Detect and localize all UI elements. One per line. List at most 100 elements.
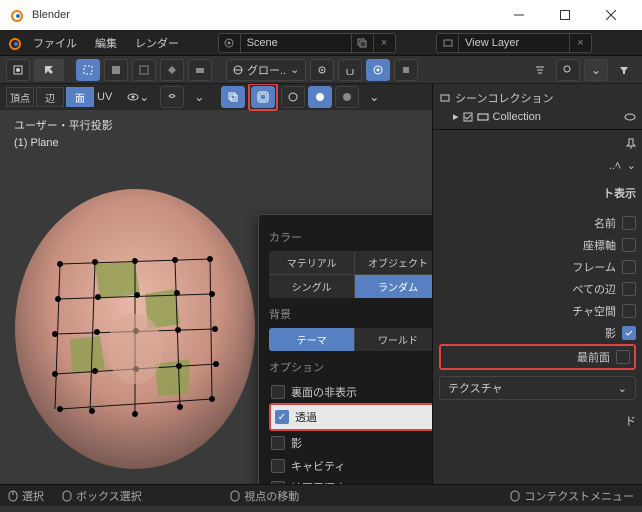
- xray-checkbox[interactable]: ✓: [275, 410, 289, 424]
- blender-logo-icon: [6, 35, 22, 51]
- color-type-grid: マテリアル オブジェクト 頂点 シングル ランダム テクスチャ: [269, 251, 432, 298]
- color-random[interactable]: ランダム: [355, 275, 432, 298]
- mesh-preview: [0, 164, 270, 484]
- options-button[interactable]: [394, 59, 418, 81]
- outliner-filter2[interactable]: [612, 59, 636, 81]
- scene-icon: [219, 34, 241, 52]
- checkbox-icon[interactable]: [463, 112, 473, 122]
- tab-partial[interactable]: ト表示: [439, 185, 636, 201]
- blender-menubar: ファイル 編集 レンダー Scene × View Layer ×: [0, 30, 642, 56]
- cavity-checkbox[interactable]: [271, 459, 285, 473]
- expand-icon[interactable]: ⌄: [627, 159, 636, 172]
- overlay-dropdown[interactable]: ⌄: [187, 86, 211, 108]
- outliner-scene-row: シーンコレクション: [439, 88, 636, 108]
- bg-grid: テーマ ワールド ビューポート: [269, 328, 432, 351]
- scene-selector[interactable]: Scene ×: [218, 33, 396, 53]
- editor-type-button[interactable]: [6, 59, 30, 81]
- infront-checkbox[interactable]: [616, 350, 630, 364]
- chevron-down-icon: ⌄: [618, 382, 627, 395]
- status-select: 選択: [22, 488, 44, 504]
- shade-solid[interactable]: [308, 86, 332, 108]
- projection-label: ユーザー・平行投影: [14, 118, 113, 135]
- pivot-button[interactable]: [310, 59, 334, 81]
- outliner-filter-icon[interactable]: [528, 59, 552, 81]
- axis-label: 座標軸: [439, 237, 616, 253]
- outliner-search[interactable]: [556, 59, 580, 81]
- xray-label: 透過: [295, 409, 432, 425]
- editor-toolbar: グロー.. ⌄ ⌄: [0, 56, 642, 84]
- color-single[interactable]: シングル: [269, 275, 354, 298]
- mode-cursor-icon[interactable]: [34, 59, 64, 81]
- bg-world[interactable]: ワールド: [355, 328, 432, 351]
- select-mode-button[interactable]: [76, 59, 100, 81]
- transform-orientation-dropdown[interactable]: グロー.. ⌄: [226, 59, 306, 81]
- wireframe-checkbox[interactable]: [622, 260, 636, 274]
- outliner-collection-row: ▸ Collection: [439, 108, 636, 125]
- visibility-icon[interactable]: ⌄: [126, 86, 150, 108]
- infront-row-highlighted: 最前面: [439, 344, 636, 370]
- tool-4[interactable]: [160, 59, 184, 81]
- status-pan: 視点の移動: [244, 488, 299, 504]
- texture-dropdown[interactable]: テクスチャ ⌄: [439, 376, 636, 400]
- face-select[interactable]: 面: [66, 87, 94, 107]
- shade-dropdown[interactable]: ⌄: [362, 86, 386, 108]
- menu-file[interactable]: ファイル: [26, 32, 84, 54]
- color-object[interactable]: オブジェクト: [355, 251, 432, 274]
- propshadow-checkbox[interactable]: [622, 326, 636, 340]
- alledges-checkbox[interactable]: [622, 282, 636, 296]
- tool-2[interactable]: [104, 59, 128, 81]
- minimize-button[interactable]: [496, 0, 542, 30]
- mouse-icon: [62, 490, 72, 502]
- dof-checkbox[interactable]: [271, 481, 285, 484]
- proportional-edit-button[interactable]: [366, 59, 390, 81]
- viewlayer-x-icon[interactable]: ×: [569, 34, 591, 52]
- status-context: コンテクストメニュー: [524, 488, 634, 504]
- edge-select[interactable]: 辺: [36, 87, 64, 107]
- shade-wireframe[interactable]: [281, 86, 305, 108]
- color-material[interactable]: マテリアル: [269, 251, 354, 274]
- backface-checkbox[interactable]: [271, 385, 285, 399]
- properties-panel: ..ﾍ⌄ ト表示 名前 座標軸 フレーム べての辺 チャ空間 影 最前面 テクス…: [433, 130, 642, 484]
- viewport-header: 頂点 辺 面 UV ⌄ ⌄ ⌄: [0, 84, 432, 110]
- close-button[interactable]: [588, 0, 634, 30]
- tool-3[interactable]: [132, 59, 156, 81]
- name-checkbox[interactable]: [622, 216, 636, 230]
- axis-checkbox[interactable]: [622, 238, 636, 252]
- chevron-icon[interactable]: ▸: [453, 110, 459, 123]
- viewlayer-selector[interactable]: View Layer ×: [436, 33, 592, 53]
- new-scene-icon[interactable]: ×: [373, 34, 395, 52]
- blender-logo-icon: [8, 7, 24, 23]
- window-title: Blender: [32, 9, 70, 21]
- outliner[interactable]: シーンコレクション ▸ Collection: [433, 84, 642, 130]
- right-panel: シーンコレクション ▸ Collection ..ﾍ⌄ ト表示 名前 座標軸 フ…: [432, 84, 642, 484]
- tool-5[interactable]: [188, 59, 212, 81]
- bg-section-label: 背景: [269, 306, 432, 322]
- shadow-checkbox[interactable]: [271, 436, 285, 450]
- viewlayer-name[interactable]: View Layer: [459, 37, 569, 49]
- viewport-info: ユーザー・平行投影 (1) Plane: [14, 118, 113, 151]
- shading-popover-button[interactable]: [251, 86, 275, 108]
- texspace-checkbox[interactable]: [622, 304, 636, 318]
- xray-toggle[interactable]: [221, 86, 245, 108]
- options-section-label: オプション: [269, 359, 432, 375]
- eye-icon[interactable]: [624, 112, 636, 122]
- outliner-x[interactable]: ⌄: [584, 59, 608, 81]
- browse-scene-icon[interactable]: [351, 34, 373, 52]
- name-label: 名前: [439, 215, 616, 231]
- pin-icon[interactable]: [626, 138, 636, 150]
- maximize-button[interactable]: [542, 0, 588, 30]
- scene-collection-label[interactable]: シーンコレクション: [455, 90, 553, 106]
- panel-bottom[interactable]: ド: [439, 413, 636, 429]
- snap-button[interactable]: [338, 59, 362, 81]
- uv-sync[interactable]: UV: [97, 91, 112, 103]
- bg-theme[interactable]: テーマ: [269, 328, 354, 351]
- menu-edit[interactable]: 編集: [88, 32, 124, 54]
- overlay-toggle[interactable]: [160, 86, 184, 108]
- 3d-viewport[interactable]: 頂点 辺 面 UV ⌄ ⌄ ⌄ ユーザー・平行投影 (1) Plane: [0, 84, 432, 484]
- scene-name[interactable]: Scene: [241, 37, 351, 49]
- vert-select[interactable]: 頂点: [6, 87, 34, 107]
- collection-label[interactable]: Collection: [493, 111, 541, 123]
- mesh-select-mode: 頂点 辺 面: [6, 87, 94, 107]
- menu-render[interactable]: レンダー: [128, 32, 186, 54]
- shade-matpreview[interactable]: [335, 86, 359, 108]
